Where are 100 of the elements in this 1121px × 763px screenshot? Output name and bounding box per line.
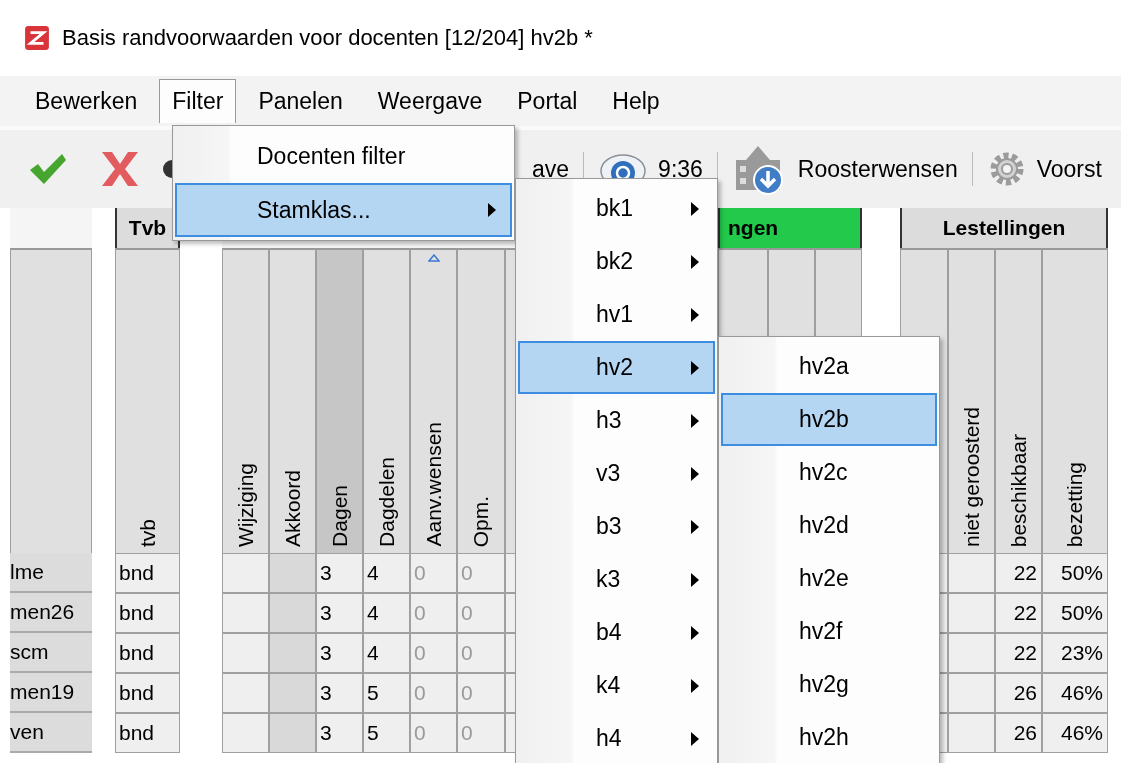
menu-item[interactable]: Stamklas... [175, 183, 512, 237]
menu-item[interactable]: Weergave [364, 78, 496, 124]
column-group-header: Lestellingen [900, 208, 1108, 248]
table-cell: 5 [363, 673, 410, 713]
table-cell: 22 [995, 633, 1042, 673]
menu-item[interactable]: Bewerken [22, 78, 151, 124]
table-cell: 4 [363, 593, 410, 633]
menu-item[interactable]: v3 [518, 447, 715, 500]
toolbar-button[interactable]: Roosterwensen [797, 155, 958, 183]
close-icon[interactable] [100, 150, 140, 188]
menu-item[interactable]: k4 [518, 659, 715, 712]
table-cell [948, 593, 995, 633]
column-header[interactable]: Wijziging [222, 248, 269, 553]
row-header[interactable]: scm [10, 633, 92, 673]
table-cell: bnd [115, 553, 180, 593]
menu-item[interactable]: hv2a [721, 340, 937, 393]
table-cell: 0 [457, 553, 505, 593]
table-cell [269, 593, 316, 633]
submenu-arrow-icon [691, 519, 699, 534]
row-header[interactable]: lme [10, 553, 92, 593]
menu-item[interactable]: h4 [518, 712, 715, 763]
table-cell: bnd [115, 673, 180, 713]
table-cell: 50% [1042, 593, 1108, 633]
table-cell [269, 673, 316, 713]
menu-item[interactable]: hv2g [721, 658, 937, 711]
menu-item[interactable]: hv1 [518, 288, 715, 341]
table-cell: 22 [995, 553, 1042, 593]
menu-item[interactable]: hv2c [721, 446, 937, 499]
column-header[interactable]: Aanv.wensen [410, 248, 457, 553]
toolbar-button[interactable]: Voorst [1036, 155, 1102, 183]
table-cell: 3 [316, 673, 363, 713]
table-cell: 5 [363, 713, 410, 753]
menu-item[interactable]: bk1 [518, 182, 715, 235]
table-cell [222, 633, 269, 673]
table-cell [948, 673, 995, 713]
table-cell [222, 673, 269, 713]
table-cell [269, 713, 316, 753]
row-header[interactable]: ven [10, 713, 92, 753]
app-logo-icon [24, 25, 50, 51]
table-cell: 46% [1042, 713, 1108, 753]
menu-item[interactable]: hv2e [721, 552, 937, 605]
table-cell: 26 [995, 673, 1042, 713]
menu-item[interactable]: Panelen [245, 78, 356, 124]
column-header[interactable]: Akkoord [269, 248, 316, 553]
table-cell [222, 713, 269, 753]
table-cell: 0 [457, 673, 505, 713]
table-cell: 23% [1042, 633, 1108, 673]
column-header[interactable]: bezetting [1042, 248, 1108, 553]
menu-item[interactable]: hv2h [721, 711, 937, 763]
menu-item[interactable]: k3 [518, 553, 715, 606]
table-cell [948, 553, 995, 593]
table-cell: 4 [363, 553, 410, 593]
table-cell: 3 [316, 593, 363, 633]
table-cell: 3 [316, 633, 363, 673]
menu-item[interactable]: b4 [518, 606, 715, 659]
submenu-arrow-icon [691, 572, 699, 587]
column-header[interactable]: niet geroosterd [948, 248, 995, 553]
table-cell: 50% [1042, 553, 1108, 593]
sort-arrow-icon [428, 254, 440, 262]
menu-item[interactable]: Filter [159, 79, 237, 123]
table-cell: bnd [115, 713, 180, 753]
submenu-arrow-icon [691, 360, 699, 375]
submenu-arrow-icon [691, 201, 699, 216]
column-header[interactable]: Dagdelen [363, 248, 410, 553]
column-header[interactable]: beschikbaar [995, 248, 1042, 553]
table-cell: 22 [995, 593, 1042, 633]
table-cell: 0 [457, 633, 505, 673]
table-cell: 0 [410, 633, 457, 673]
submenu-arrow-icon [691, 466, 699, 481]
table-cell: 0 [410, 593, 457, 633]
menu-item[interactable]: Docenten filter [175, 129, 512, 183]
table-cell: 46% [1042, 673, 1108, 713]
column-header[interactable]: Opm. [457, 248, 505, 553]
menu-item[interactable]: hv2d [721, 499, 937, 552]
table-cell: bnd [115, 593, 180, 633]
menu-item[interactable]: Portal [504, 78, 591, 124]
table-cell: 3 [316, 713, 363, 753]
table-cell: 0 [410, 713, 457, 753]
table-cell [222, 593, 269, 633]
submenu-arrow-icon [691, 307, 699, 322]
menu-item[interactable]: Help [599, 78, 673, 124]
menu-item[interactable]: hv2f [721, 605, 937, 658]
table-cell [948, 633, 995, 673]
menu-item[interactable]: hv2b [721, 393, 937, 446]
menu-item[interactable]: hv2 [518, 341, 715, 394]
submenu-arrow-icon [691, 678, 699, 693]
column-header[interactable]: Dagen [316, 248, 363, 553]
row-header[interactable]: men19 [10, 673, 92, 713]
table-cell [222, 553, 269, 593]
row-header[interactable]: men26 [10, 593, 92, 633]
menu-item[interactable]: bk2 [518, 235, 715, 288]
table-cell: 4 [363, 633, 410, 673]
table-cell: bnd [115, 633, 180, 673]
column-header[interactable]: tvb [115, 248, 180, 553]
table-cell [948, 713, 995, 753]
submenu-arrow-icon [488, 203, 496, 217]
checkmark-icon[interactable] [28, 152, 68, 186]
submenu-arrow-icon [691, 625, 699, 640]
menu-item[interactable]: h3 [518, 394, 715, 447]
menu-item[interactable]: b3 [518, 500, 715, 553]
